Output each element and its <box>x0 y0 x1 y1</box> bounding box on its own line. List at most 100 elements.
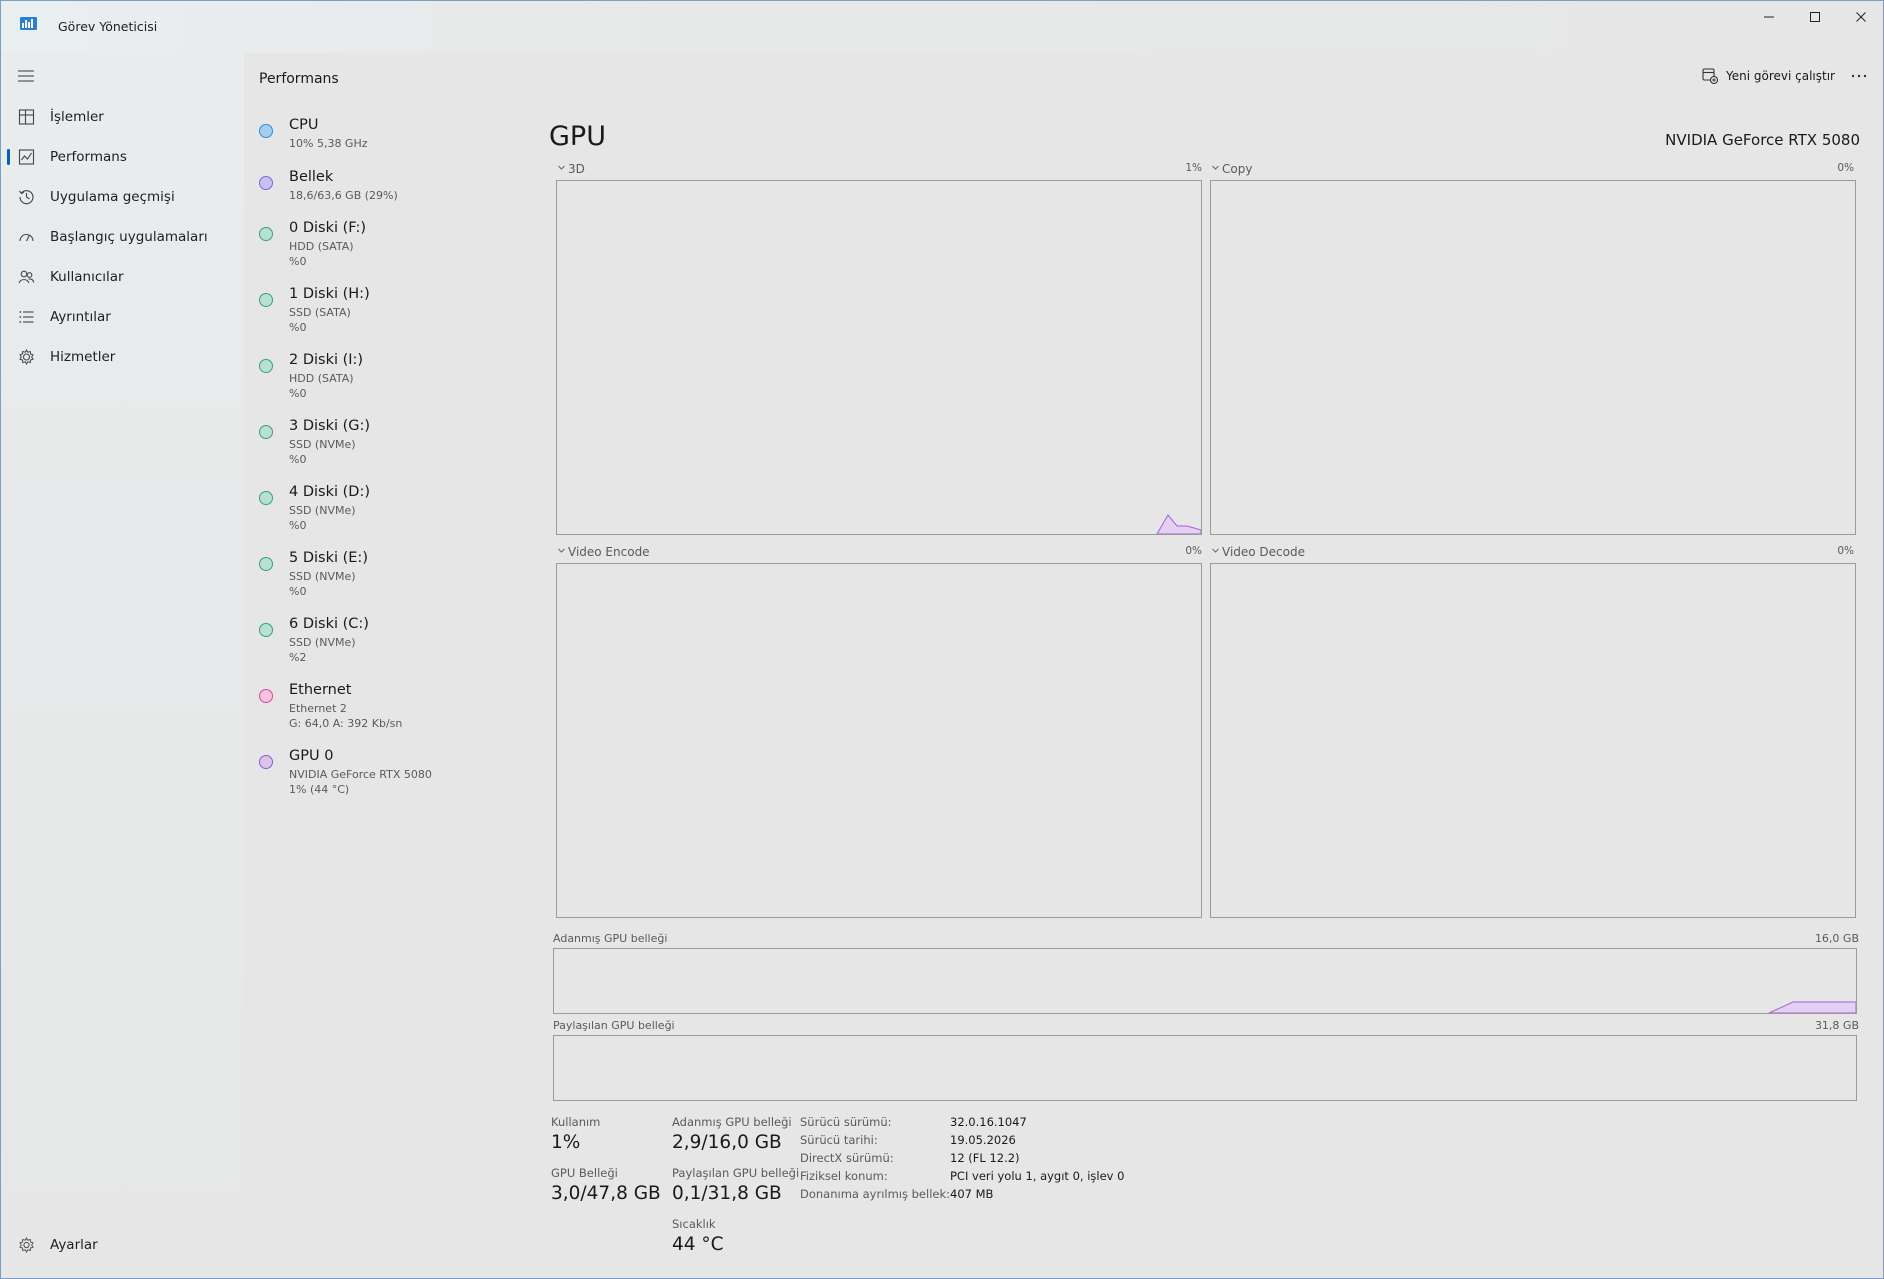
maximize-button[interactable] <box>1792 1 1838 33</box>
graph-video-encode: Video Encode 0% <box>554 544 1202 918</box>
device-item-cpu[interactable]: CPU 10% 5,38 GHz <box>244 117 520 157</box>
more-options-button[interactable] <box>1844 63 1874 89</box>
device-detail: 10% 5,38 GHz <box>289 137 368 150</box>
device-name: 0 Diski (F:) <box>289 220 367 236</box>
nav-label-app-history: Uygulama geçmişi <box>50 189 175 205</box>
details-icon <box>19 311 34 323</box>
nav-label-services: Hizmetler <box>50 349 116 365</box>
nav-label-startup-apps: Başlangıç uygulamaları <box>50 229 208 245</box>
gpu-model-name: NVIDIA GeForce RTX 5080 <box>1665 131 1860 149</box>
graph-header: Video Encode 0% <box>554 544 1202 560</box>
graph-header: 3D 1% <box>554 161 1202 177</box>
gear-icon <box>19 1237 34 1253</box>
shared-memory-label: Paylaşılan GPU belleği <box>553 1019 675 1032</box>
device-detail: SSD (SATA) <box>289 306 351 319</box>
engine-name: 3D <box>568 162 585 176</box>
processes-icon <box>18 109 35 125</box>
device-usage: 1% (44 °C) <box>289 783 350 796</box>
nav-item-app-history[interactable]: Uygulama geçmişi <box>7 179 237 215</box>
nav-label-users: Kullanıcılar <box>50 269 124 285</box>
device-usage: %0 <box>289 585 307 598</box>
hamburger-menu-icon[interactable] <box>18 70 34 82</box>
navigation-pane: İşlemler Performans Uygulama geçmişi Baş… <box>1 53 244 1278</box>
nav-label-processes: İşlemler <box>50 109 104 125</box>
device-detail: SSD (NVMe) <box>289 636 356 649</box>
nav-item-settings[interactable]: Ayarlar <box>7 1227 237 1263</box>
nav-item-performance[interactable]: Performans <box>7 139 237 175</box>
device-name: 2 Diski (I:) <box>289 352 364 368</box>
device-name: GPU 0 <box>289 748 334 764</box>
device-item-gpu-0[interactable]: GPU 0 NVIDIA GeForce RTX 5080 1% (44 °C) <box>244 748 520 802</box>
engine-percent: 1% <box>1185 162 1202 174</box>
disk-indicator-dot <box>259 425 273 439</box>
device-name: Bellek <box>289 169 334 185</box>
engine-name: Video Encode <box>568 545 650 559</box>
disk-indicator-dot <box>259 227 273 241</box>
chevron-down-icon[interactable] <box>557 546 566 555</box>
gpu-indicator-dot <box>259 755 273 769</box>
device-list: CPU 10% 5,38 GHz Bellek 18,6/63,6 GB (29… <box>244 117 524 877</box>
temperature-value: 44 °C <box>672 1234 724 1255</box>
device-detail: Ethernet 2 <box>289 702 347 715</box>
graph-area <box>1210 563 1856 918</box>
dedicated-stat-label: Adanmış GPU belleği <box>672 1115 792 1129</box>
device-detail: SSD (NVMe) <box>289 570 356 583</box>
device-detail: HDD (SATA) <box>289 372 354 385</box>
chevron-down-icon[interactable] <box>1211 163 1220 172</box>
info-value: 19.05.2026 <box>950 1133 1016 1147</box>
nav-item-services[interactable]: Hizmetler <box>7 339 237 375</box>
device-item-disk-0[interactable]: 0 Diski (F:) HDD (SATA) %0 <box>244 220 520 274</box>
services-icon <box>19 349 34 365</box>
performance-icon <box>18 149 35 165</box>
close-button[interactable] <box>1838 1 1883 33</box>
title-bar: Görev Yöneticisi <box>1 1 1883 53</box>
device-item-disk-3[interactable]: 3 Diski (G:) SSD (NVMe) %0 <box>244 418 520 472</box>
nav-item-processes[interactable]: İşlemler <box>7 99 237 135</box>
shared-stat-label: Paylaşılan GPU belleği <box>672 1166 800 1180</box>
device-item-disk-4[interactable]: 4 Diski (D:) SSD (NVMe) %0 <box>244 484 520 538</box>
device-item-ethernet[interactable]: Ethernet Ethernet 2 G: 64,0 A: 392 Kb/sn <box>244 682 520 736</box>
dedicated-stat-value: 2,9/16,0 GB <box>672 1132 782 1153</box>
shared-memory-max: 31,8 GB <box>1814 1019 1859 1032</box>
info-value: 32.0.16.1047 <box>950 1115 1027 1129</box>
device-name: Ethernet <box>289 682 352 698</box>
minimize-button[interactable] <box>1746 1 1792 33</box>
maximize-icon <box>1810 12 1820 22</box>
close-icon <box>1856 12 1866 22</box>
device-item-disk-1[interactable]: 1 Diski (H:) SSD (SATA) %0 <box>244 286 520 340</box>
chevron-down-icon[interactable] <box>557 163 566 172</box>
nav-item-startup-apps[interactable]: Başlangıç uygulamaları <box>7 219 237 255</box>
device-item-disk-5[interactable]: 5 Diski (E:) SSD (NVMe) %0 <box>244 550 520 604</box>
device-usage: %2 <box>289 651 307 664</box>
device-item-disk-6[interactable]: 6 Diski (C:) SSD (NVMe) %2 <box>244 616 520 670</box>
window-title: Görev Yöneticisi <box>58 19 158 34</box>
disk-indicator-dot <box>259 491 273 505</box>
device-item-disk-2[interactable]: 2 Diski (I:) HDD (SATA) %0 <box>244 352 520 406</box>
info-key: Sürücü tarihi: <box>800 1133 878 1147</box>
chevron-down-icon[interactable] <box>1211 546 1220 555</box>
usage-value: 1% <box>551 1132 581 1153</box>
engine-name: Video Decode <box>1222 545 1305 559</box>
shared-stat-value: 0,1/31,8 GB <box>672 1183 782 1204</box>
more-dots-icon <box>1851 74 1867 78</box>
run-task-icon <box>1702 68 1718 84</box>
device-usage: %0 <box>289 321 307 334</box>
info-value: PCI veri yolu 1, aygıt 0, işlev 0 <box>950 1169 1125 1183</box>
nav-item-users[interactable]: Kullanıcılar <box>7 259 237 295</box>
run-new-task-button[interactable]: Yeni görevi çalıştır <box>1696 61 1841 91</box>
memory-indicator-dot <box>259 176 273 190</box>
ethernet-indicator-dot <box>259 689 273 703</box>
device-detail: HDD (SATA) <box>289 240 354 253</box>
device-usage: %0 <box>289 387 307 400</box>
graph-area <box>1210 180 1856 535</box>
device-usage: %0 <box>289 519 307 532</box>
nav-item-details[interactable]: Ayrıntılar <box>7 299 237 335</box>
temperature-label: Sıcaklık <box>672 1217 716 1231</box>
page-title: Performans <box>259 71 339 87</box>
graph-copy: Copy 0% <box>1208 161 1856 535</box>
device-detail: NVIDIA GeForce RTX 5080 <box>289 768 432 781</box>
engine-name: Copy <box>1222 162 1253 176</box>
device-item-memory[interactable]: Bellek 18,6/63,6 GB (29%) <box>244 169 520 209</box>
device-name: 3 Diski (G:) <box>289 418 371 434</box>
device-usage: G: 64,0 A: 392 Kb/sn <box>289 717 403 730</box>
